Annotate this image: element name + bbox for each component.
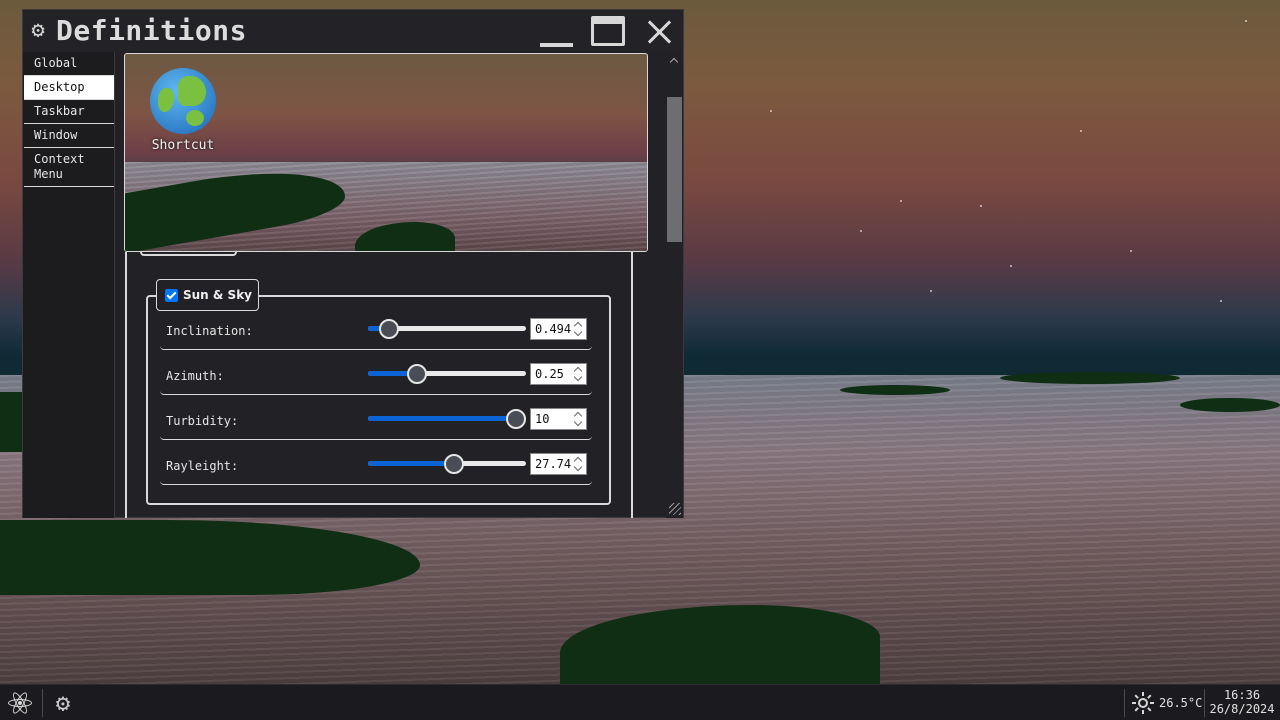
azimuth-row: Azimuth: 0.25 <box>160 359 592 395</box>
rayleight-value: 27.74 <box>535 457 572 471</box>
react-icon[interactable] <box>4 687 36 719</box>
gear-icon: ⚙ <box>31 18 45 43</box>
spinner-arrows-icon[interactable] <box>574 456 583 472</box>
maximize-button[interactable] <box>591 16 625 46</box>
shortcut-label: Shortcut <box>151 138 215 153</box>
sun-sky-toggle[interactable]: Sun & Sky <box>156 279 259 311</box>
rayleight-slider[interactable] <box>368 454 526 474</box>
taskbar-divider <box>1204 689 1205 717</box>
vertical-scrollbar[interactable] <box>666 52 683 518</box>
inclination-label: Inclination: <box>166 324 253 338</box>
group-tab-top <box>140 251 237 256</box>
sidebar-item-context-menu[interactable]: Context Menu <box>24 148 114 187</box>
inclination-input[interactable]: 0.494 <box>530 318 587 340</box>
azimuth-value: 0.25 <box>535 367 564 381</box>
slider-thumb[interactable] <box>379 319 399 339</box>
sun-sky-checkbox[interactable] <box>165 288 178 302</box>
globe-icon <box>150 68 216 134</box>
azimuth-input[interactable]: 0.25 <box>530 363 587 385</box>
close-button[interactable] <box>645 16 673 46</box>
desktop-preview: Shortcut <box>124 53 648 252</box>
scroll-up-arrow-icon[interactable] <box>669 56 679 66</box>
settings-content: Shortcut Sun & Sky Inclination: 0.494 Az… <box>123 52 663 518</box>
slider-thumb[interactable] <box>407 364 427 384</box>
sidebar-item-window[interactable]: Window <box>24 124 114 148</box>
spinner-arrows-icon[interactable] <box>574 366 583 382</box>
slider-thumb[interactable] <box>444 454 464 474</box>
inclination-slider[interactable] <box>368 319 526 339</box>
taskbar-divider <box>42 689 43 717</box>
turbidity-input[interactable]: 10 <box>530 408 587 430</box>
rayleight-label: Rayleight: <box>166 459 239 473</box>
minimize-button[interactable] <box>539 16 573 47</box>
sun-icon <box>1132 692 1154 714</box>
sidebar-item-global[interactable]: Global <box>24 52 114 76</box>
title-bar[interactable]: ⚙ Definitions <box>23 10 683 52</box>
sidebar-item-taskbar[interactable]: Taskbar <box>24 100 114 124</box>
weather-widget[interactable]: 26.5°C <box>1132 685 1202 720</box>
rayleight-input[interactable]: 27.74 <box>530 453 587 475</box>
desktop-shortcut[interactable]: Shortcut <box>147 68 219 153</box>
turbidity-value: 10 <box>535 412 550 426</box>
window-title: Definitions <box>56 14 247 47</box>
spinner-arrows-icon[interactable] <box>574 411 583 427</box>
inclination-value: 0.494 <box>535 322 572 336</box>
sidebar-item-desktop[interactable]: Desktop <box>24 76 114 100</box>
sun-sky-label: Sun & Sky <box>183 288 252 302</box>
scrollbar-thumb[interactable] <box>667 97 682 242</box>
clock-date: 26/8/2024 <box>1209 702 1275 716</box>
taskbar: ⚙ 26.5°C 16:36 26/8/2024 <box>0 684 1280 720</box>
inclination-row: Inclination: 0.494 <box>160 314 592 350</box>
azimuth-slider[interactable] <box>368 364 526 384</box>
turbidity-row: Turbidity: 10 <box>160 404 592 440</box>
definitions-window: ⚙ Definitions Global Desktop Taskbar Win… <box>22 9 684 518</box>
sidebar: Global Desktop Taskbar Window Context Me… <box>23 52 115 518</box>
resize-grip-icon[interactable] <box>669 503 681 515</box>
taskbar-divider <box>1124 689 1125 717</box>
azimuth-label: Azimuth: <box>166 369 224 383</box>
rayleight-row: Rayleight: 27.74 <box>160 449 592 485</box>
clock[interactable]: 16:36 26/8/2024 <box>1208 688 1276 716</box>
turbidity-slider[interactable] <box>368 409 526 429</box>
spinner-arrows-icon[interactable] <box>574 321 583 337</box>
turbidity-label: Turbidity: <box>166 414 239 428</box>
temperature: 26.5°C <box>1159 696 1203 710</box>
gear-icon[interactable]: ⚙ <box>48 688 78 718</box>
clock-time: 16:36 <box>1223 688 1261 702</box>
slider-thumb[interactable] <box>506 409 526 429</box>
